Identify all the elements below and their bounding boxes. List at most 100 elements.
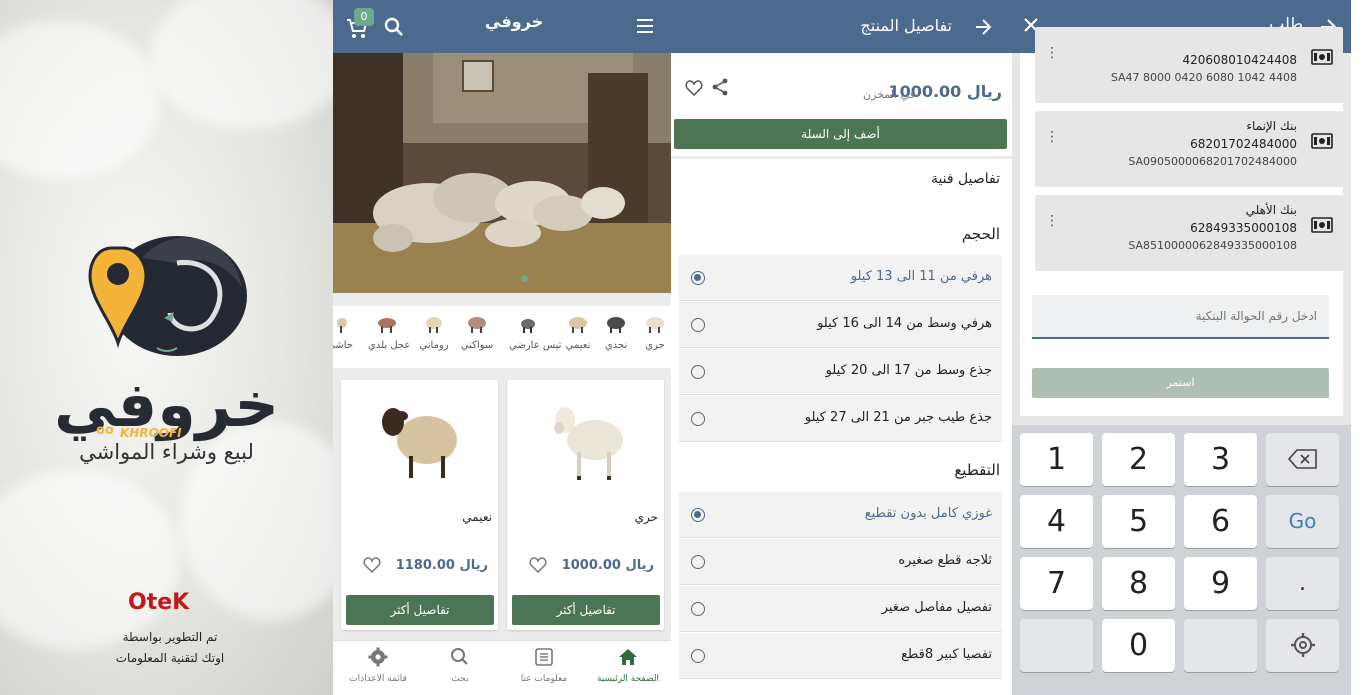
- category-label: سواكني: [460, 340, 494, 351]
- add-to-cart-button[interactable]: أضف إلى السلة: [674, 119, 1007, 149]
- nav-label: الصفحة الرئيسية: [596, 674, 660, 684]
- transfer-number-input[interactable]: [1032, 295, 1329, 339]
- product-name: نعيمي: [462, 510, 492, 524]
- app-bar-logo: خروفي: [485, 12, 544, 31]
- cut-option[interactable]: غوزي كامل بدون تقطيع: [679, 492, 1002, 538]
- product-name: حري: [634, 510, 658, 524]
- app-bar: تفاصيل المنتج: [671, 0, 1012, 53]
- category-item[interactable]: نعيمي: [559, 314, 597, 351]
- gear-icon: [1290, 633, 1315, 657]
- banknote-icon: [1311, 133, 1333, 149]
- wool-texture: [0, 470, 180, 650]
- nav-search[interactable]: بحث: [420, 647, 500, 684]
- brand-eyes: oo: [96, 423, 114, 438]
- category-item[interactable]: تيس عارضي: [509, 314, 561, 351]
- key-0[interactable]: 0: [1102, 619, 1175, 672]
- option-label: تفصيل مفاصل صغير: [881, 600, 992, 615]
- back-arrow-icon[interactable]: [974, 18, 992, 36]
- account-number: 420608010424408: [1182, 53, 1297, 67]
- calf-icon: [378, 318, 396, 333]
- radio-button[interactable]: [691, 649, 705, 663]
- option-label: غوزي كامل بدون تقطيع: [864, 506, 992, 521]
- key-8[interactable]: 8: [1102, 557, 1175, 610]
- developer-line2: اوتك لتقنية المعلومات: [115, 651, 225, 665]
- account-number: 62849335000108: [1190, 221, 1297, 235]
- key-2[interactable]: 2: [1102, 433, 1175, 486]
- radio-button[interactable]: [691, 318, 705, 332]
- key-4[interactable]: 4: [1020, 495, 1093, 548]
- nav-settings[interactable]: قائمة الاعدادات: [338, 647, 418, 684]
- key-9[interactable]: 9: [1184, 557, 1257, 610]
- dot-key[interactable]: .: [1266, 557, 1339, 610]
- radio-button[interactable]: [691, 508, 705, 522]
- numeric-keypad: 1 2 3 4 5 6 Go 7 8 9 . 0: [1012, 425, 1351, 695]
- key-1[interactable]: 1: [1020, 433, 1093, 486]
- search-icon: [451, 648, 468, 665]
- more-details-button[interactable]: تفاصيل أكثر: [512, 595, 660, 625]
- bank-account-item[interactable]: بنك الأهلي 62849335000108 SA851000006284…: [1035, 195, 1343, 271]
- key-5[interactable]: 5: [1102, 495, 1175, 548]
- bank-name: بنك الإنماء: [1246, 119, 1297, 133]
- search-icon[interactable]: [383, 16, 405, 38]
- category-item[interactable]: عجل بلدي: [368, 314, 410, 351]
- backspace-key[interactable]: [1266, 433, 1339, 486]
- sheep-icon: [468, 317, 486, 333]
- tagline: لبيع وشراء المواشي: [79, 440, 254, 464]
- category-label: نعيمي: [565, 340, 591, 351]
- key-7[interactable]: 7: [1020, 557, 1093, 610]
- favorite-heart-icon[interactable]: [685, 79, 703, 97]
- radio-button[interactable]: [691, 271, 705, 285]
- product-card[interactable]: حري ريال 1000.00 تفاصيل أكثر: [507, 380, 664, 630]
- cut-option[interactable]: تفصيا كبير 8قطع: [679, 633, 1002, 679]
- favorite-heart-icon[interactable]: [529, 556, 547, 574]
- category-strip: حري نجدي نعيمي تيس عارضي سواكني روماني ع…: [333, 306, 671, 368]
- menu-icon[interactable]: [635, 17, 655, 35]
- size-option[interactable]: جذع طيب جبر من 21 الى 27 كيلو: [679, 396, 1002, 442]
- order-sheet: 420608010424408 SA47 8000 0420 6080 1042…: [1020, 27, 1343, 416]
- category-item[interactable]: حري: [636, 314, 671, 351]
- product-card[interactable]: نعيمي ريال 1180.00 تفاصيل أكثر: [341, 380, 498, 630]
- radio-button[interactable]: [691, 365, 705, 379]
- category-item[interactable]: نجدي: [597, 314, 635, 351]
- radio-button[interactable]: [691, 555, 705, 569]
- app-bar: 0 خروفي: [333, 0, 671, 53]
- app-logo-icon: [88, 236, 247, 356]
- more-details-button[interactable]: تفاصيل أكثر: [346, 595, 494, 625]
- bank-account-item[interactable]: 420608010424408 SA47 8000 0420 6080 1042…: [1035, 27, 1343, 103]
- key-3[interactable]: 3: [1184, 433, 1257, 486]
- banknote-icon: [1311, 49, 1333, 65]
- key-6[interactable]: 6: [1184, 495, 1257, 548]
- category-label: حاشي: [333, 340, 353, 351]
- favorite-heart-icon[interactable]: [363, 556, 381, 574]
- keyboard-settings-key[interactable]: [1266, 619, 1339, 672]
- nav-home[interactable]: الصفحة الرئيسية: [588, 647, 668, 684]
- category-item[interactable]: سواكني: [458, 314, 496, 351]
- more-options-icon[interactable]: ⋮: [1045, 45, 1059, 61]
- size-heading: الحجم: [961, 225, 1000, 243]
- hero-banner-image[interactable]: [333, 53, 671, 293]
- cut-option[interactable]: ثلاجه قطع صغيره: [679, 539, 1002, 585]
- bank-account-item[interactable]: بنك الإنماء 68201702484000 SA09050000682…: [1035, 111, 1343, 187]
- share-icon[interactable]: [711, 78, 729, 96]
- category-item[interactable]: حاشي: [333, 314, 359, 351]
- more-options-icon[interactable]: ⋮: [1045, 129, 1059, 145]
- category-label: نجدي: [604, 340, 628, 351]
- more-options-icon[interactable]: ⋮: [1045, 213, 1059, 229]
- product-details-screen: تفاصيل المنتج ريال 1000.00 في المخزن أضف…: [671, 0, 1012, 695]
- size-option[interactable]: هرفي من 11 الى 13 كيلو: [679, 255, 1002, 301]
- radio-button[interactable]: [691, 412, 705, 426]
- nav-about[interactable]: معلومات عنا: [504, 647, 584, 684]
- size-option[interactable]: جذع وسط من 17 الى 20 كيلو: [679, 349, 1002, 395]
- go-key[interactable]: Go: [1266, 495, 1339, 548]
- continue-button[interactable]: استمر: [1032, 368, 1329, 398]
- radio-button[interactable]: [691, 602, 705, 616]
- brand-latin: KHROOFI: [120, 426, 182, 440]
- category-item[interactable]: روماني: [415, 314, 453, 351]
- option-label: ثلاجه قطع صغيره: [898, 553, 992, 568]
- home-icon: [619, 649, 637, 665]
- developer-line1: تم التطوير بواسطة: [122, 630, 218, 644]
- cut-option[interactable]: تفصيل مفاصل صغير: [679, 586, 1002, 632]
- size-option[interactable]: هرفي وسط من 14 الى 16 كيلو: [679, 302, 1002, 348]
- camel-icon: [337, 318, 347, 333]
- carousel-indicator[interactable]: [521, 275, 528, 282]
